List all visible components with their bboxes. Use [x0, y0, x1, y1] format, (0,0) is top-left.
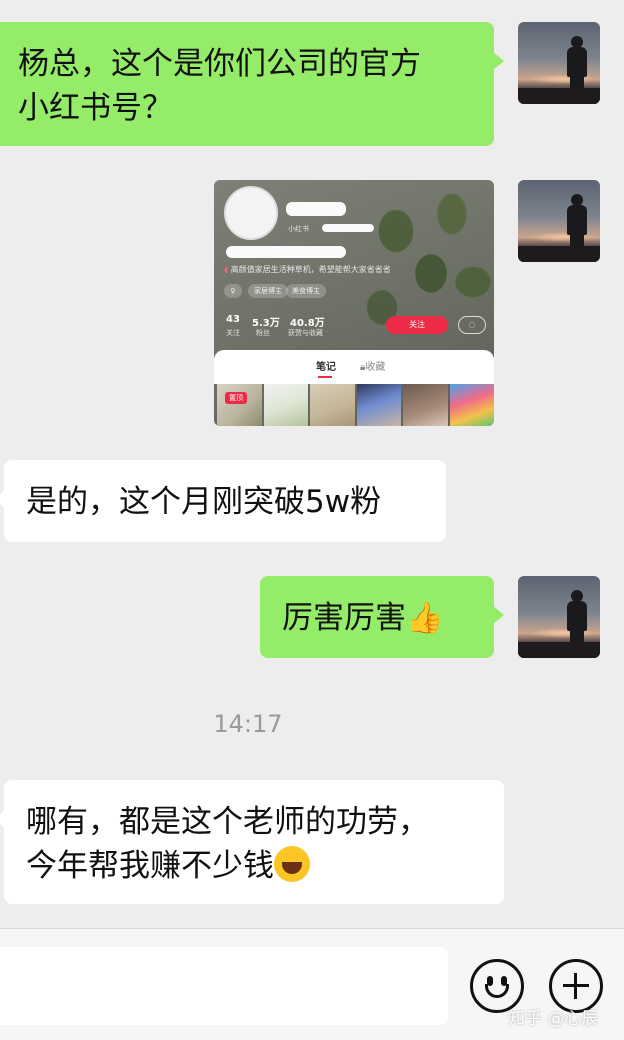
message-bubble-outgoing[interactable]: 杨总，这个是你们公司的官方 小红书号？: [0, 22, 504, 146]
profile-tag: 家居博主: [248, 284, 288, 298]
profile-tabbar: 笔记 🔒︎收藏: [214, 350, 494, 384]
profile-avatar: [224, 186, 278, 240]
stat-followers-label: 粉丝: [256, 329, 270, 337]
watermelon-icon: ◖: [224, 265, 229, 274]
message-text: 是的，这个月刚突破5w粉: [26, 484, 382, 520]
redacted-id: [322, 224, 374, 232]
note-thumbnail[interactable]: [449, 384, 494, 426]
note-thumbnail[interactable]: [310, 384, 355, 426]
stat-followers-count: 5.3万: [252, 318, 280, 329]
my-avatar[interactable]: [518, 22, 600, 104]
note-thumbnail[interactable]: [263, 384, 308, 426]
message-icon[interactable]: ◌: [458, 316, 486, 334]
stat-following-count: 43: [226, 314, 240, 325]
shared-profile-card[interactable]: 小红书 ◖ 高颜值家居生活种草机，希望能帮大家省省省 ♀ 家居博主 美食博主 4…: [214, 180, 494, 426]
message-bubble-incoming[interactable]: 是的，这个月刚突破5w粉: [0, 460, 446, 542]
redacted-name: [286, 202, 346, 216]
follow-button[interactable]: 关注: [386, 316, 448, 334]
my-avatar[interactable]: [518, 576, 600, 658]
profile-tag: 美食博主: [286, 284, 326, 298]
thumbs-up-emoji: 👍: [406, 601, 444, 636]
notes-thumbnail-row: 置顶: [217, 384, 494, 426]
note-thumbnail[interactable]: 置顶: [217, 384, 262, 426]
message-input[interactable]: [0, 947, 448, 1025]
note-thumbnail[interactable]: [356, 384, 401, 426]
gender-tag: ♀: [224, 284, 242, 298]
message-text-line: 今年帮我赚不少钱: [26, 844, 482, 888]
note-thumbnail[interactable]: [403, 384, 448, 426]
platform-label: 小红书: [288, 225, 309, 233]
stat-likes-count: 40.8万: [290, 318, 325, 329]
message-text: 厉害厉害: [282, 600, 406, 636]
redacted-title: [226, 246, 346, 258]
active-tab-indicator: [318, 376, 332, 378]
tab-notes[interactable]: 笔记: [316, 358, 336, 373]
tab-collections[interactable]: 🔒︎收藏: [360, 358, 385, 373]
message-text-line: 哪有，都是这个老师的功劳，: [26, 804, 429, 840]
profile-bio: ◖ 高颜值家居生活种草机，希望能帮大家省省省: [224, 265, 391, 274]
message-text: 杨总，这个是你们公司的官方 小红书号？: [18, 46, 421, 126]
message-bubble-incoming[interactable]: 哪有，都是这个老师的功劳， 今年帮我赚不少钱: [0, 780, 504, 904]
my-avatar[interactable]: [518, 180, 600, 262]
laughing-tears-emoji: [274, 846, 310, 882]
pinned-badge: 置顶: [225, 392, 247, 404]
message-timestamp: 14:17: [213, 710, 283, 738]
message-bubble-outgoing[interactable]: 厉害厉害👍: [260, 576, 504, 658]
watermark: 知乎 @心辰: [508, 1009, 599, 1029]
stat-following-label: 关注: [226, 329, 240, 337]
stat-likes-label: 获赞与收藏: [288, 329, 323, 337]
